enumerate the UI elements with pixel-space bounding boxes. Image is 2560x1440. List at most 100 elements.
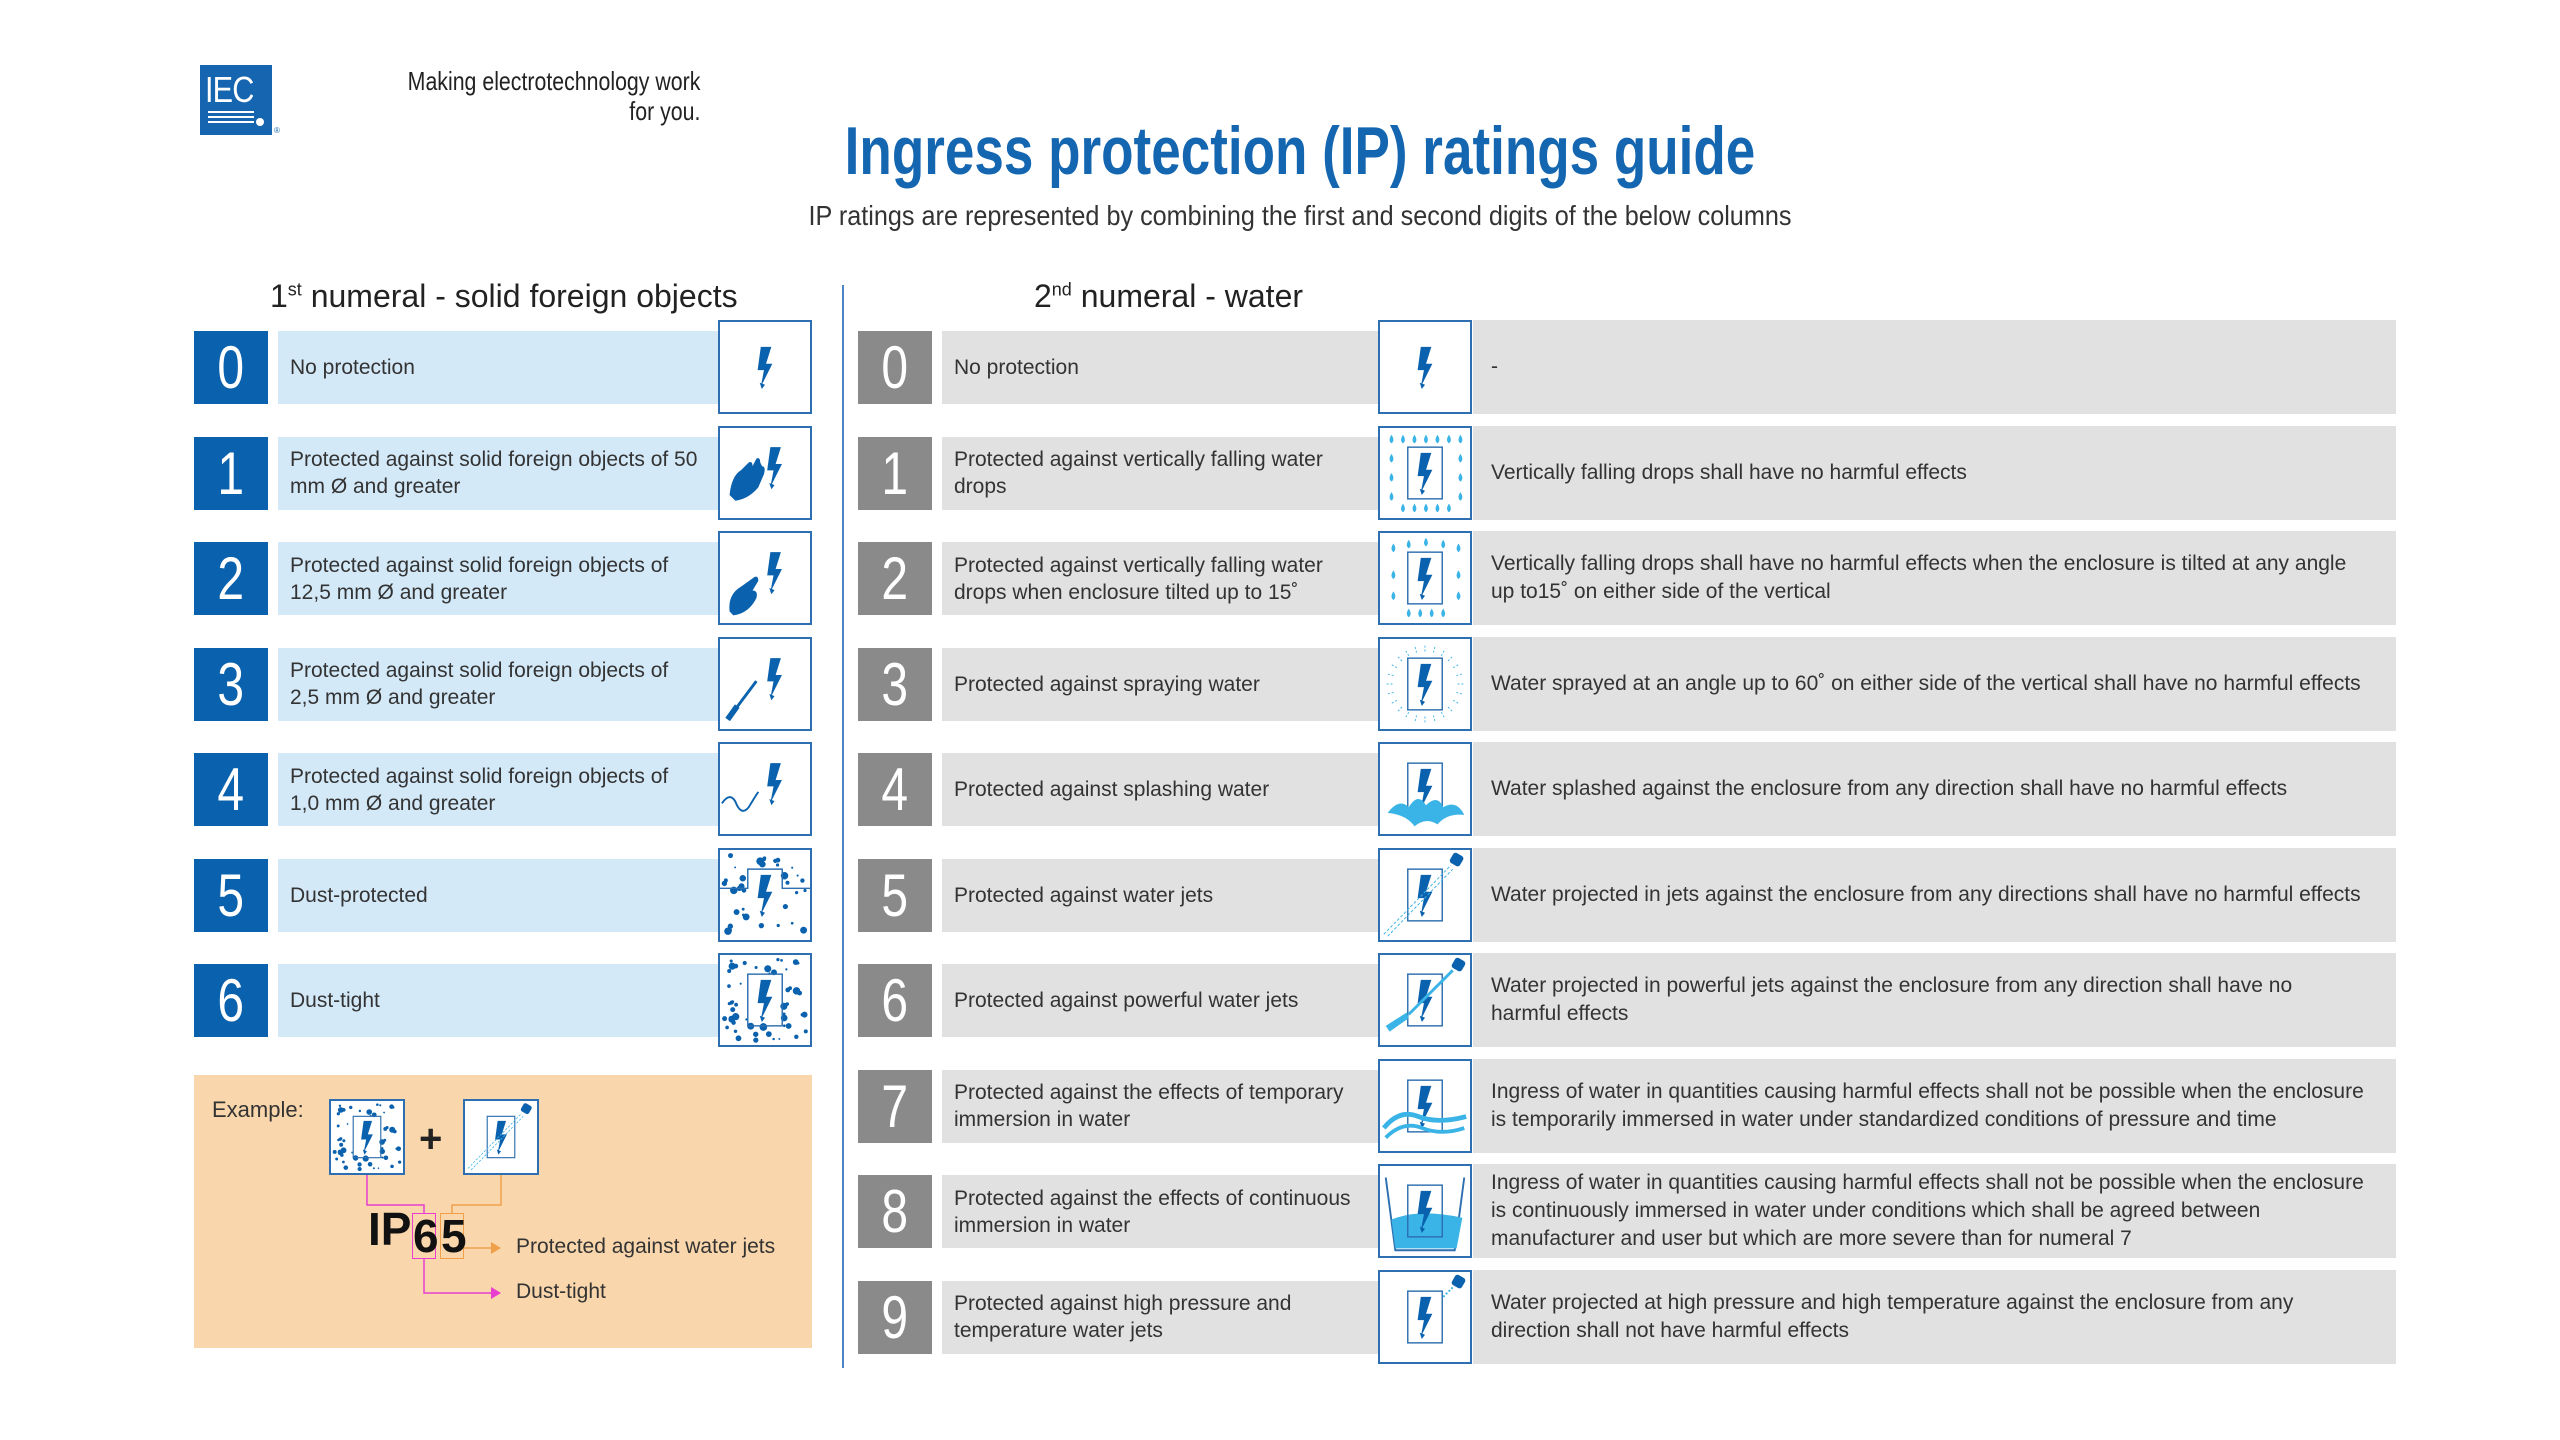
protection-text: Protected against solid foreign objects … [278, 647, 718, 721]
numeral: 3 [881, 650, 909, 718]
second-digit-connector [451, 1175, 502, 1213]
numeral: 6 [217, 967, 245, 1034]
iec-logo: IEC [200, 65, 272, 135]
protection-text: Protected against solid foreign objects … [278, 753, 718, 826]
first-digit: 6 [412, 1210, 439, 1262]
high-pressure-jet-icon [1378, 1269, 1472, 1364]
first-digit-arrow-line [423, 1259, 491, 1294]
logo-line [208, 111, 254, 113]
page-title: Ingress protection (IP) ratings guide [844, 113, 1756, 189]
protection-description: Ingress of water in quantities causing h… [1473, 1058, 2396, 1153]
finger-icon [718, 531, 812, 625]
numeral-badge: 7 [858, 1069, 932, 1143]
numeral-badge: 5 [858, 858, 932, 932]
numeral-badge: 6 [194, 964, 268, 1037]
logo-dot [256, 118, 264, 126]
example-connectors [366, 1175, 502, 1299]
numeral-badge: 8 [858, 1175, 932, 1248]
protection-description: Water splashed against the enclosure fro… [1473, 742, 2396, 836]
numeral: 4 [217, 756, 245, 823]
numeral-badge: 4 [858, 753, 932, 826]
protection-description: Water projected in jets against the encl… [1473, 847, 2396, 942]
numeral: 4 [881, 756, 909, 823]
protection-description: Water sprayed at an angle up to 60˚ on e… [1473, 636, 2396, 731]
solids-heading: 1st numeral - solid foreign objects [270, 278, 738, 315]
bolt-icon [718, 320, 812, 414]
numeral-badge: 2 [858, 542, 932, 615]
powerful-jet-icon [1378, 953, 1472, 1047]
numeral-badge: 3 [858, 647, 932, 721]
protection-text: Protected against powerful water jets [942, 964, 1378, 1037]
logo-text: IEC [205, 69, 254, 110]
protection-text: Protected against spraying water [942, 647, 1378, 721]
protection-text: Protected against the effects of continu… [942, 1175, 1378, 1248]
numeral: 2 [881, 545, 909, 612]
numeral-badge: 1 [194, 436, 268, 510]
protection-text: Protected against vertically falling wat… [942, 542, 1378, 615]
numeral-badge: 2 [194, 542, 268, 615]
heading-number: 2 [1034, 278, 1052, 314]
first-digit-arrowhead [491, 1287, 501, 1299]
dust-tight-icon [718, 953, 812, 1047]
numeral: 0 [881, 334, 909, 401]
protection-text: Protected against solid foreign objects … [278, 436, 718, 510]
protection-description: Water projected at high pressure and hig… [1473, 1269, 2396, 1364]
temporary-immersion-icon [1378, 1058, 1472, 1153]
water-heading: 2nd numeral - water [1034, 278, 1303, 315]
numeral: 3 [217, 650, 245, 718]
protection-text: Protected against splashing water [942, 753, 1378, 826]
protection-text: Protected against the effects of tempora… [942, 1069, 1378, 1143]
wire-icon [718, 742, 812, 836]
protection-description: Vertically falling drops shall have no h… [1473, 531, 2396, 625]
logo-line [208, 116, 254, 118]
heading-text: numeral - water [1071, 278, 1304, 314]
second-digit-arrowhead [491, 1242, 501, 1254]
protection-description: Water projected in powerful jets against… [1473, 953, 2396, 1047]
page-subtitle: IP ratings are represented by combining … [808, 200, 1792, 231]
protection-description: Vertically falling drops shall have no h… [1473, 425, 2396, 520]
example-panel: Example: + IP 6 5 Protected against wate… [194, 1075, 812, 1348]
second-digit: 5 [440, 1210, 467, 1262]
numeral: 5 [217, 861, 245, 929]
dripping-tilted-icon [1378, 531, 1472, 625]
column-divider [842, 285, 844, 1368]
ip-prefix: IP [368, 1203, 412, 1255]
bolt-icon [1378, 320, 1472, 414]
numeral: 1 [881, 439, 909, 507]
protection-text: Dust-protected [278, 858, 718, 932]
first-digit-meaning: Dust-tight [516, 1280, 606, 1303]
heading-ordinal: nd [1051, 279, 1072, 300]
protection-text: Protected against water jets [942, 858, 1378, 932]
numeral: 0 [217, 334, 245, 401]
registered-mark: ® [274, 126, 280, 135]
spray-icon [1378, 636, 1472, 731]
continuous-immersion-icon [1378, 1164, 1472, 1258]
heading-text: numeral - solid foreign objects [301, 278, 738, 314]
protection-text: Protected against high pressure and temp… [942, 1280, 1378, 1354]
protection-text: No protection [942, 331, 1378, 404]
numeral: 1 [217, 439, 245, 507]
logo-line [208, 121, 254, 123]
protection-text: Protected against vertically falling wat… [942, 436, 1378, 510]
heading-number: 1 [270, 278, 288, 314]
numeral: 6 [881, 967, 909, 1034]
numeral: 7 [881, 1072, 909, 1140]
numeral: 9 [881, 1283, 909, 1351]
protection-text: Protected against solid foreign objects … [278, 542, 718, 615]
protection-description: Ingress of water in quantities causing h… [1473, 1164, 2396, 1258]
numeral-badge: 0 [858, 331, 932, 404]
second-digit-meaning: Protected against water jets [516, 1235, 776, 1258]
tagline-line-1: Making electrotechnology work [407, 66, 701, 96]
screwdriver-icon [718, 636, 812, 731]
water-jet-icon [1378, 847, 1472, 942]
heading-ordinal: st [287, 279, 302, 300]
numeral-badge: 1 [858, 436, 932, 510]
dust-protected-icon [718, 847, 812, 942]
numeral: 8 [881, 1178, 909, 1245]
numeral-badge: 9 [858, 1280, 932, 1354]
numeral-badge: 5 [194, 858, 268, 932]
splash-icon [1378, 742, 1472, 836]
numeral-badge: 0 [194, 331, 268, 404]
numeral: 5 [881, 861, 909, 929]
protection-text: No protection [278, 331, 718, 404]
